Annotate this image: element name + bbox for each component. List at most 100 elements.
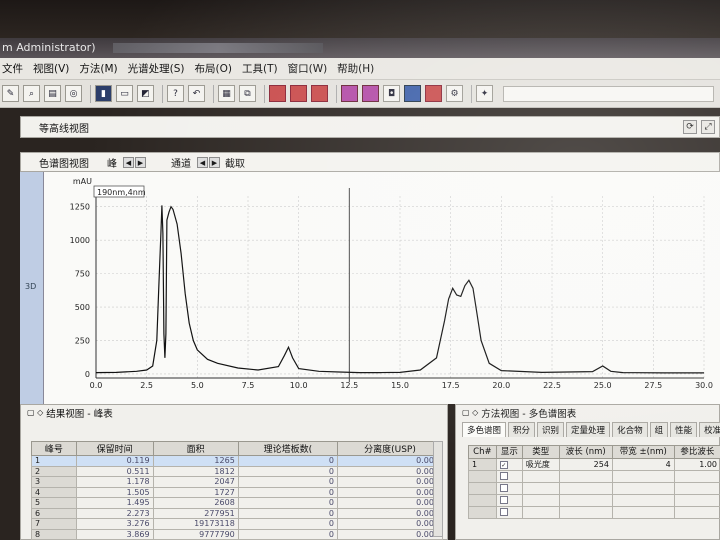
chart-red-icon[interactable]	[269, 85, 286, 102]
peak-label: 峰	[107, 158, 117, 170]
checkbox-icon[interactable]	[499, 483, 508, 492]
x-tick-label: 25.0	[594, 381, 612, 390]
prev-channel-button[interactable]: ◀	[197, 156, 208, 168]
display-checkbox[interactable]	[495, 506, 523, 519]
menu-view[interactable]: 视图(V)	[33, 61, 69, 76]
checkbox-icon[interactable]	[499, 495, 508, 504]
menu-method[interactable]: 方法(M)	[79, 61, 117, 76]
table-cell: 0	[237, 518, 338, 530]
col-wavelength[interactable]: 波长 (nm)	[558, 445, 613, 459]
col-bandwidth[interactable]: 带宽 ±(nm)	[611, 445, 675, 459]
checkbox-icon[interactable]: ✓	[499, 461, 508, 469]
table-cell: 19173118	[152, 518, 239, 530]
table-row[interactable]	[468, 506, 720, 519]
camera-icon[interactable]: ◘	[383, 85, 400, 102]
monitor-bezel	[0, 0, 720, 42]
table-row[interactable]: 4 1.505 1727 0 0.000	[31, 486, 444, 498]
menu-layout[interactable]: 布局(O)	[195, 61, 232, 76]
menu-tools[interactable]: 工具(T)	[242, 61, 278, 76]
checkbox-icon[interactable]	[499, 471, 508, 480]
help-icon[interactable]: ?	[167, 85, 184, 102]
copy-icon[interactable]: ⧉	[239, 85, 256, 102]
chart-red-3-icon[interactable]	[311, 85, 328, 102]
tab-compound[interactable]: 化合物	[612, 422, 648, 437]
table-row[interactable]	[468, 494, 720, 507]
chart-blue-icon[interactable]	[404, 85, 421, 102]
col-channel[interactable]: Ch#	[468, 445, 497, 459]
chart-red-4-icon[interactable]	[425, 85, 442, 102]
chart-magenta-icon[interactable]	[341, 85, 358, 102]
window-titlebar: m Administrator)	[0, 38, 720, 58]
display-checkbox[interactable]: ✓	[495, 458, 523, 471]
results-scrollbar[interactable]	[433, 441, 443, 537]
x-tick-label: 10.0	[290, 381, 308, 390]
collapse-icon[interactable]: ▢ ◇	[462, 408, 478, 417]
undo-icon[interactable]: ↶	[188, 85, 205, 102]
x-tick-label: 0.0	[90, 381, 103, 390]
report-icon[interactable]: ▦	[218, 85, 235, 102]
table-row[interactable]: 2 0.511 1812 0 0.000	[31, 465, 444, 477]
tab-group[interactable]: 组	[649, 422, 669, 437]
prev-peak-button[interactable]: ◀	[123, 156, 134, 168]
col-display[interactable]: 显示	[495, 445, 523, 459]
expand-icon[interactable]: ⤢	[701, 120, 715, 134]
toolbar-field[interactable]	[503, 85, 714, 102]
table-cell	[611, 506, 675, 519]
col-type[interactable]: 类型	[521, 445, 560, 459]
tab-multi-chrom[interactable]: 多色谱图	[462, 422, 507, 437]
col-plate-count[interactable]: 理论塔板数(	[237, 441, 338, 456]
col-retention-time[interactable]: 保留时间	[75, 441, 154, 456]
display-checkbox[interactable]	[495, 470, 523, 483]
menu-spectrum[interactable]: 光谱处理(S)	[128, 61, 185, 76]
table-row[interactable]: 8 3.869 9777790 0 0.000	[31, 528, 444, 540]
tab-performance[interactable]: 性能	[670, 422, 698, 437]
tab-integration[interactable]: 积分	[508, 422, 536, 437]
zoom-icon[interactable]: ⌕	[23, 85, 40, 102]
checkbox-icon[interactable]	[499, 507, 508, 516]
col-ref-wavelength[interactable]: 参比波长	[673, 445, 720, 459]
chromatogram-svg[interactable]: 0.0 2.5 5.0 7.5 10.0 12.5 15.0 17.5 20.0 22.5 25.0…	[44, 172, 720, 404]
menu-file[interactable]: 文件	[2, 61, 23, 76]
settings-icon[interactable]: ⚙	[446, 85, 463, 102]
print-icon[interactable]: ▤	[44, 85, 61, 102]
y-axis-label: mAU	[73, 177, 92, 186]
col-area[interactable]: 面积	[152, 441, 239, 456]
table-row[interactable]: 5 1.495 2608 0 0.000	[31, 497, 444, 509]
tab-calibration[interactable]: 校准	[699, 422, 720, 437]
side-tag[interactable]: 3D	[25, 282, 36, 291]
menu-window[interactable]: 窗口(W)	[288, 61, 328, 76]
tab-identification[interactable]: 识别	[537, 422, 565, 437]
table-cell	[611, 482, 675, 495]
display-checkbox[interactable]	[495, 482, 523, 495]
chromatogram-chart[interactable]: 0.0 2.5 5.0 7.5 10.0 12.5 15.0 17.5 20.0 22.5 25.0…	[44, 172, 720, 404]
table-row[interactable]	[468, 482, 720, 495]
menu-help[interactable]: 帮助(H)	[337, 61, 374, 76]
table-row[interactable]: 7 3.276 19173118 0 0.000	[31, 518, 444, 530]
next-channel-button[interactable]: ▶	[209, 156, 220, 168]
next-peak-button[interactable]: ▶	[135, 156, 146, 168]
pin-icon[interactable]: ✦	[476, 85, 493, 102]
chart-magenta-2-icon[interactable]	[362, 85, 379, 102]
layout-split-icon[interactable]: ▭	[116, 85, 133, 102]
row-number	[468, 506, 497, 519]
table-row[interactable]: 3 1.178 2047 0 0.000	[31, 476, 444, 488]
table-row[interactable]	[468, 470, 720, 483]
layout-single-icon[interactable]: ▮	[95, 85, 112, 102]
refresh-icon[interactable]: ⟳	[683, 120, 697, 134]
display-checkbox[interactable]	[495, 494, 523, 507]
binoculars-icon[interactable]: ◎	[65, 85, 82, 102]
row-number	[468, 482, 497, 495]
open-icon[interactable]: ✎	[2, 85, 19, 102]
table-row[interactable]: 1 ✓ 吸光度 254 4 1.00	[468, 458, 720, 471]
layout-chart-icon[interactable]: ◩	[137, 85, 154, 102]
collapse-icon[interactable]: ▢ ◇	[27, 408, 43, 417]
col-resolution[interactable]: 分离度(USP)	[336, 441, 444, 456]
chart-red-2-icon[interactable]	[290, 85, 307, 102]
table-cell: 0	[237, 497, 338, 509]
col-peak-no[interactable]: 峰号	[31, 441, 77, 456]
table-cell: 2.273	[75, 507, 154, 519]
table-row[interactable]: 1 0.119 1265 0 0.000	[31, 455, 444, 467]
table-row[interactable]: 6 2.273 277951 0 0.000	[31, 507, 444, 519]
tab-quantitation[interactable]: 定量处理	[566, 422, 611, 437]
extract-label[interactable]: 截取	[225, 155, 245, 170]
